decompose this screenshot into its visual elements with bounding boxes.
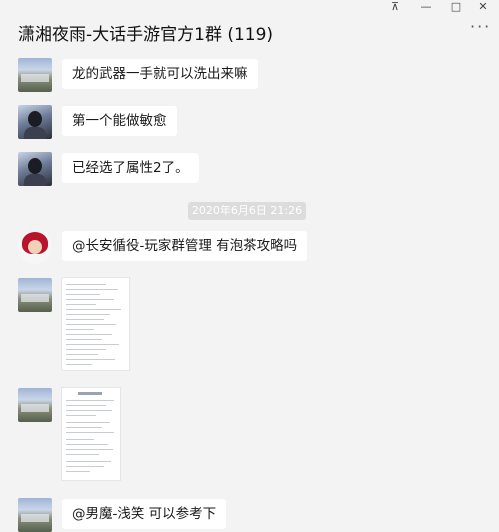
landscape-avatar[interactable] [18, 388, 52, 422]
pin-button[interactable]: ⊼ [384, 0, 406, 14]
chat-title: 潇湘夜雨-大话手游官方1群 (119) [18, 25, 274, 45]
timestamp: 2020年6月6日 21:26 [188, 202, 306, 220]
maximize-button[interactable]: □ [445, 0, 467, 14]
message-bubble[interactable]: 第一个能做敏愈 [62, 106, 177, 136]
minimize-button[interactable]: — [415, 0, 437, 14]
message-list[interactable]: 龙的武器一手就可以洗出来嘛 第一个能做敏愈 已经选了属性2了。 2020年6月6… [0, 48, 499, 532]
message-bubble[interactable]: @长安循役-玩家群管理 有泡茶攻略吗 [62, 231, 308, 261]
landscape-avatar[interactable] [18, 58, 52, 92]
title-bar: 潇湘夜雨-大话手游官方1群 (119) ⊼ — □ ✕ ··· [0, 0, 499, 48]
document-image[interactable] [62, 388, 120, 480]
man-avatar[interactable] [18, 105, 52, 139]
landscape-avatar[interactable] [18, 278, 52, 312]
message-bubble[interactable]: 龙的武器一手就可以洗出来嘛 [62, 59, 258, 89]
man-avatar[interactable] [18, 152, 52, 186]
message-bubble[interactable]: @男魔-浅笑 可以参考下 [62, 499, 227, 529]
landscape-avatar[interactable] [18, 498, 52, 532]
message-bubble[interactable]: 已经选了属性2了。 [62, 153, 199, 183]
close-button[interactable]: ✕ [472, 0, 494, 14]
document-image[interactable] [62, 278, 129, 370]
girl-avatar[interactable] [18, 230, 52, 264]
more-options-icon[interactable]: ··· [470, 19, 492, 35]
